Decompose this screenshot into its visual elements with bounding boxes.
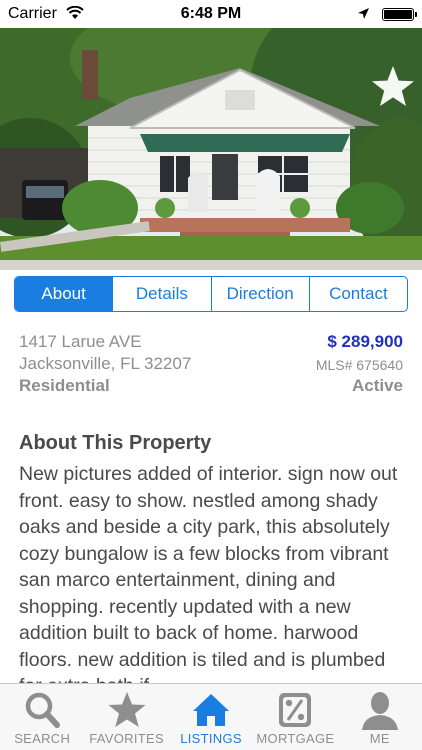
tab-listings[interactable]: LISTINGS	[169, 684, 253, 750]
favorite-star-icon[interactable]	[370, 64, 416, 110]
tab-favorites-label: FAVORITES	[89, 731, 164, 746]
city-state-zip: Jacksonville, FL 32207	[19, 354, 192, 373]
detail-segmented-control: About Details Direction Contact	[14, 276, 408, 312]
location-arrow-icon	[358, 8, 369, 19]
house-photo-illustration	[0, 28, 422, 270]
tab-search[interactable]: SEARCH	[0, 684, 84, 750]
tab-listings-label: LISTINGS	[180, 731, 242, 746]
home-icon	[193, 694, 230, 726]
search-icon	[25, 692, 61, 728]
person-icon	[361, 692, 398, 730]
segment-details[interactable]: Details	[112, 277, 210, 311]
tab-mortgage[interactable]: MORTGAGE	[253, 684, 337, 750]
tab-bar: SEARCH FAVORITES LISTINGS MORTGAGE ME	[0, 683, 422, 750]
tab-mortgage-label: MORTGAGE	[256, 731, 335, 746]
star-icon	[108, 692, 146, 727]
segment-about[interactable]: About	[15, 277, 113, 311]
about-description: New pictures added of interior. sign now…	[19, 463, 398, 691]
property-photo[interactable]	[0, 28, 422, 270]
street-address: 1417 Larue AVE	[19, 332, 142, 351]
tab-me[interactable]: ME	[338, 684, 422, 750]
mls-number: MLS# 675640	[315, 357, 403, 373]
battery-icon	[382, 8, 417, 21]
tab-me-label: ME	[369, 731, 390, 746]
percent-icon	[279, 693, 312, 727]
about-section-title: About This Property	[19, 432, 212, 454]
segment-contact[interactable]: Contact	[308, 277, 407, 311]
tab-search-label: SEARCH	[14, 731, 71, 746]
status-bar: Carrier 6:48 PM	[0, 0, 422, 28]
listing-summary: 1417 Larue AVE $ 289,900 Jacksonville, F…	[19, 332, 403, 398]
tab-favorites[interactable]: FAVORITES	[84, 684, 168, 750]
listing-price: $ 289,900	[327, 332, 403, 351]
property-type: Residential	[19, 376, 110, 395]
listing-status: Active	[351, 376, 403, 395]
segment-direction[interactable]: Direction	[210, 277, 309, 311]
